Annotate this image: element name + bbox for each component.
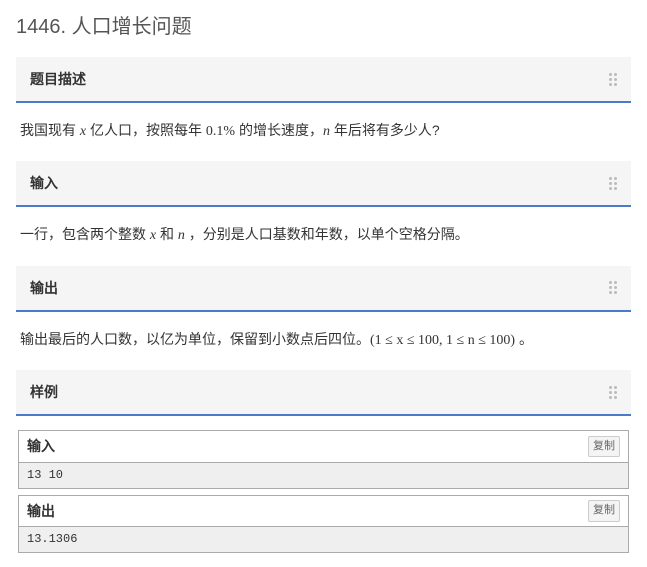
text: 和 bbox=[156, 226, 178, 242]
panel-header-input[interactable]: 输入 bbox=[16, 161, 631, 207]
sample-output-label: 输出 bbox=[27, 500, 55, 522]
sample-output-content: 13.1306 bbox=[19, 527, 628, 552]
var-n: n bbox=[178, 228, 185, 243]
panel-header-title: 输出 bbox=[30, 278, 58, 298]
sample-input-content: 13 10 bbox=[19, 463, 628, 488]
var-n: n bbox=[323, 124, 330, 139]
panel-output: 输出 输出最后的人口数，以亿为单位，保留到小数点后四位。(1 ≤ x ≤ 100… bbox=[16, 266, 631, 370]
drag-handle-icon[interactable] bbox=[609, 177, 617, 190]
panel-header-description[interactable]: 题目描述 bbox=[16, 57, 631, 103]
panel-header-output[interactable]: 输出 bbox=[16, 266, 631, 312]
text: 输出最后的人口数，以亿为单位，保留到小数点后四位。 bbox=[20, 331, 370, 347]
copy-button[interactable]: 复制 bbox=[588, 500, 620, 522]
constraint: (1 ≤ x ≤ 100, 1 ≤ n ≤ 100) bbox=[370, 333, 515, 348]
output-body: 输出最后的人口数，以亿为单位，保留到小数点后四位。(1 ≤ x ≤ 100, 1… bbox=[16, 312, 631, 370]
text: 。 bbox=[515, 331, 533, 347]
sample-body: 输入 复制 13 10 输出 复制 13.1306 bbox=[16, 416, 631, 567]
input-body: 一行，包含两个整数 x 和 n ，分别是人口基数和年数，以单个空格分隔。 bbox=[16, 207, 631, 265]
drag-handle-icon[interactable] bbox=[609, 73, 617, 86]
text: 的增长速度， bbox=[235, 122, 323, 138]
text: 年后将有多少人? bbox=[330, 122, 440, 138]
rate: 0.1% bbox=[206, 124, 235, 139]
description-body: 我国现有 x 亿人口，按照每年 0.1% 的增长速度，n 年后将有多少人? bbox=[16, 103, 631, 161]
text: 亿人口，按照每年 bbox=[86, 122, 206, 138]
page-title: 1446. 人口增长问题 bbox=[0, 0, 647, 57]
sample-output-head: 输出 复制 bbox=[19, 496, 628, 527]
drag-handle-icon[interactable] bbox=[609, 386, 617, 399]
sample-input-box: 输入 复制 13 10 bbox=[18, 430, 629, 489]
drag-handle-icon[interactable] bbox=[609, 281, 617, 294]
copy-button[interactable]: 复制 bbox=[588, 436, 620, 458]
panel-input: 输入 一行，包含两个整数 x 和 n ，分别是人口基数和年数，以单个空格分隔。 bbox=[16, 161, 631, 265]
panel-description: 题目描述 我国现有 x 亿人口，按照每年 0.1% 的增长速度，n 年后将有多少… bbox=[16, 57, 631, 161]
sample-input-label: 输入 bbox=[27, 435, 55, 457]
sample-input-head: 输入 复制 bbox=[19, 431, 628, 462]
panel-header-title: 输入 bbox=[30, 173, 58, 193]
text: 一行，包含两个整数 bbox=[20, 226, 150, 242]
text: 我国现有 bbox=[20, 122, 80, 138]
panel-header-sample[interactable]: 样例 bbox=[16, 370, 631, 416]
panel-sample: 样例 输入 复制 13 10 输出 复制 13.1306 bbox=[16, 370, 631, 567]
panel-header-title: 样例 bbox=[30, 382, 58, 402]
text: ，分别是人口基数和年数，以单个空格分隔。 bbox=[185, 226, 469, 242]
panel-header-title: 题目描述 bbox=[30, 69, 86, 89]
sample-output-box: 输出 复制 13.1306 bbox=[18, 495, 629, 554]
